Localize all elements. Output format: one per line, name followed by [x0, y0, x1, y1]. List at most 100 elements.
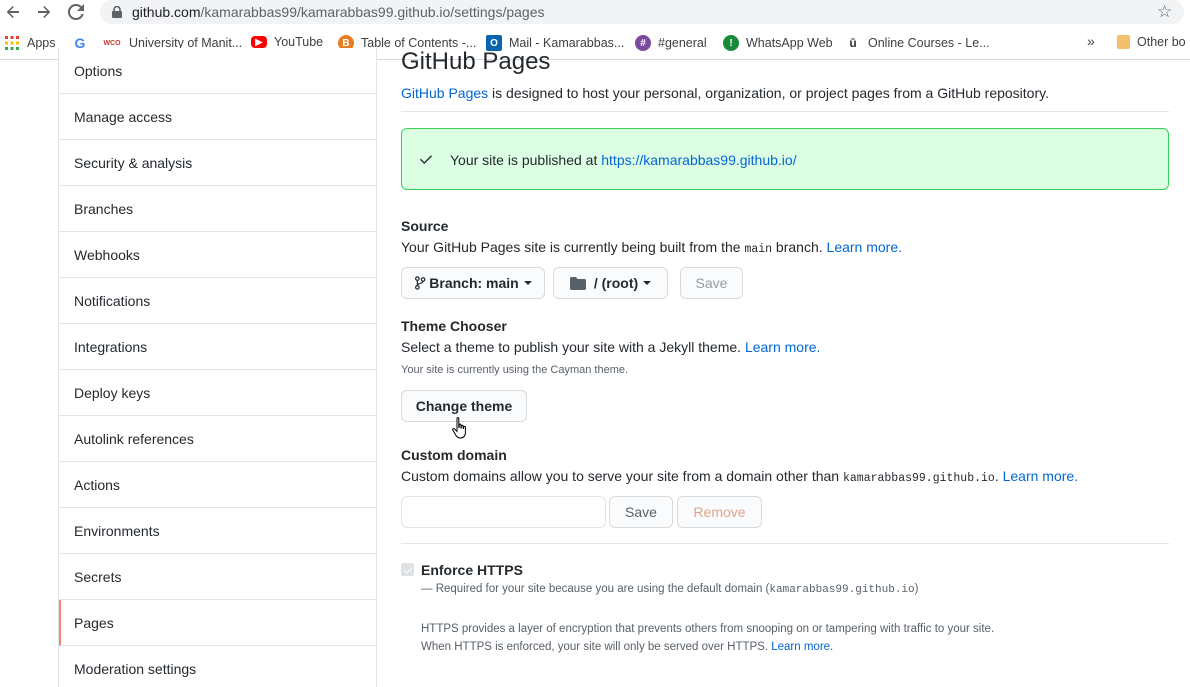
sidebar-item-pages[interactable]: Pages — [59, 600, 376, 646]
https-note-before: — Required for your site because you are… — [421, 583, 770, 595]
apps-grid-icon — [4, 35, 20, 51]
lock-icon[interactable] — [112, 5, 122, 18]
hand-cursor-icon — [451, 416, 471, 447]
site-url-link[interactable]: https://kamarabbas99.github.io/ — [601, 152, 796, 168]
custom-domain-heading: Custom domain — [401, 447, 507, 463]
sidebar-item-label: Manage access — [74, 108, 173, 125]
sidebar-item-integrations[interactable]: Integrations — [59, 324, 376, 370]
youtube-icon: ▶ — [251, 36, 267, 48]
sidebar-item-options[interactable]: Options — [59, 48, 376, 94]
bookmark-other[interactable]: Other bo — [1117, 35, 1186, 49]
intro-description: is designed to host your personal, organ… — [488, 85, 1049, 101]
forward-arrow-icon[interactable] — [33, 2, 55, 22]
theme-learn-more-link[interactable]: Learn more. — [745, 339, 820, 355]
source-save-button[interactable]: Save — [680, 267, 743, 299]
custom-domain-description: Custom domains allow you to serve your s… — [401, 468, 1078, 485]
custom-domain-input[interactable] — [401, 496, 606, 528]
custom-domain-save-button[interactable]: Save — [609, 496, 673, 528]
bookmark-label: YouTube — [274, 35, 324, 49]
bookmark-youtube[interactable]: ▶ YouTube — [251, 35, 323, 49]
bookmark-label: Other bo — [1137, 35, 1186, 49]
whatsapp-icon: ! — [723, 35, 739, 51]
sidebar-item-label: Secrets — [74, 568, 122, 585]
sidebar-item-actions[interactable]: Actions — [59, 462, 376, 508]
sidebar-item-label: Webhooks — [74, 246, 140, 263]
folder-select-label: / (root) — [593, 275, 639, 291]
sidebar-item-environments[interactable]: Environments — [59, 508, 376, 554]
https-learn-more-link[interactable]: Learn more. — [771, 641, 833, 653]
sidebar-item-label: Deploy keys — [74, 384, 151, 401]
enforce-https-label: Enforce HTTPS — [421, 562, 523, 578]
default-domain-code: kamarabbas99.github.io — [842, 472, 995, 485]
sidebar-item-label: Moderation settings — [74, 660, 197, 677]
enforce-https-note: — Required for your site because you are… — [421, 583, 918, 596]
sidebar-item-label: Integrations — [74, 338, 148, 355]
source-learn-more-link[interactable]: Learn more. — [827, 239, 902, 255]
sidebar-item-branches[interactable]: Branches — [59, 186, 376, 232]
chevron-double-right-icon: » — [1087, 33, 1095, 49]
sidebar-item-autolink-references[interactable]: Autolink references — [59, 416, 376, 462]
sidebar-item-label: Options — [74, 62, 123, 79]
source-desc-before: Your GitHub Pages site is currently bein… — [401, 239, 745, 255]
sidebar-item-label: Autolink references — [74, 430, 194, 447]
https-note-after: ) — [914, 583, 919, 595]
source-desc-after: branch. — [772, 239, 827, 255]
udemy-icon: ū — [849, 36, 857, 50]
bookmark-apps[interactable]: Apps — [4, 35, 56, 51]
reload-icon[interactable] — [65, 2, 87, 22]
custom-domain-learn-more-link[interactable]: Learn more. — [1003, 468, 1078, 484]
enforce-https-checkbox[interactable] — [401, 563, 414, 576]
theme-heading: Theme Chooser — [401, 318, 507, 334]
divider — [401, 543, 1169, 544]
https-info-text: When HTTPS is enforced, your site will o… — [421, 641, 772, 653]
custom-domain-remove-button[interactable]: Remove — [677, 496, 762, 528]
bookmark-label: Apps — [27, 36, 56, 50]
branch-select-label: Branch: main — [429, 275, 519, 291]
bookmark-label: #general — [658, 36, 707, 50]
source-heading: Source — [401, 218, 449, 234]
bookmark-general[interactable]: # #general — [635, 35, 707, 51]
folder-icon — [569, 276, 586, 290]
checkmark-icon — [403, 566, 412, 574]
source-description: Your GitHub Pages site is currently bein… — [401, 239, 902, 256]
sidebar-item-moderation-settings[interactable]: Moderation settings — [59, 646, 376, 687]
sidebar-item-notifications[interactable]: Notifications — [59, 278, 376, 324]
published-text: Your site is published at — [450, 152, 602, 168]
chevron-down-icon — [523, 281, 532, 285]
bookmark-whatsapp[interactable]: ! WhatsApp Web — [723, 35, 833, 51]
bookmark-label: Online Courses - Le... — [868, 36, 990, 50]
git-branch-icon — [414, 276, 426, 290]
settings-sidebar: Options Manage access Security & analysi… — [58, 48, 377, 687]
bookmark-online-courses[interactable]: ū Online Courses - Le... — [845, 35, 990, 51]
sidebar-item-secrets[interactable]: Secrets — [59, 554, 376, 600]
sidebar-item-label: Security & analysis — [74, 154, 193, 171]
sidebar-item-security-analysis[interactable]: Security & analysis — [59, 140, 376, 186]
chevron-down-icon — [643, 281, 652, 285]
divider — [401, 111, 1169, 112]
url-text[interactable]: github.com/kamarabbas99/kamarabbas99.git… — [132, 4, 544, 20]
bookmark-star-icon[interactable]: ☆ — [1157, 2, 1172, 22]
browser-toolbar: github.com/kamarabbas99/kamarabbas99.git… — [0, 0, 1190, 25]
sidebar-item-webhooks[interactable]: Webhooks — [59, 232, 376, 278]
github-pages-link[interactable]: GitHub Pages — [401, 85, 488, 101]
back-arrow-icon[interactable] — [2, 2, 24, 22]
published-message: Your site is published at https://kamara… — [450, 152, 797, 168]
check-icon — [419, 152, 433, 171]
https-info-line-1: HTTPS provides a layer of encryption tha… — [421, 623, 995, 635]
theme-note: Your site is currently using the Cayman … — [401, 364, 629, 376]
theme-description: Select a theme to publish your site with… — [401, 339, 820, 355]
sidebar-item-deploy-keys[interactable]: Deploy keys — [59, 370, 376, 416]
folder-select-button[interactable]: / (root) — [553, 267, 668, 299]
sidebar-item-label: Actions — [74, 476, 120, 493]
slack-icon: # — [635, 35, 651, 51]
url-path: /kamarabbas99/kamarabbas99.github.io/set… — [200, 4, 545, 20]
https-info-line-2: When HTTPS is enforced, your site will o… — [421, 641, 833, 653]
branch-select-button[interactable]: Branch: main — [401, 267, 545, 299]
url-host: github.com — [132, 4, 201, 20]
theme-desc-text: Select a theme to publish your site with… — [401, 339, 745, 355]
branch-code: main — [744, 243, 773, 256]
sidebar-item-manage-access[interactable]: Manage access — [59, 94, 376, 140]
more-bookmarks-chevron[interactable]: » — [1087, 33, 1095, 49]
sidebar-item-label: Branches — [74, 200, 134, 217]
https-note-code: kamarabbas99.github.io — [769, 584, 915, 596]
